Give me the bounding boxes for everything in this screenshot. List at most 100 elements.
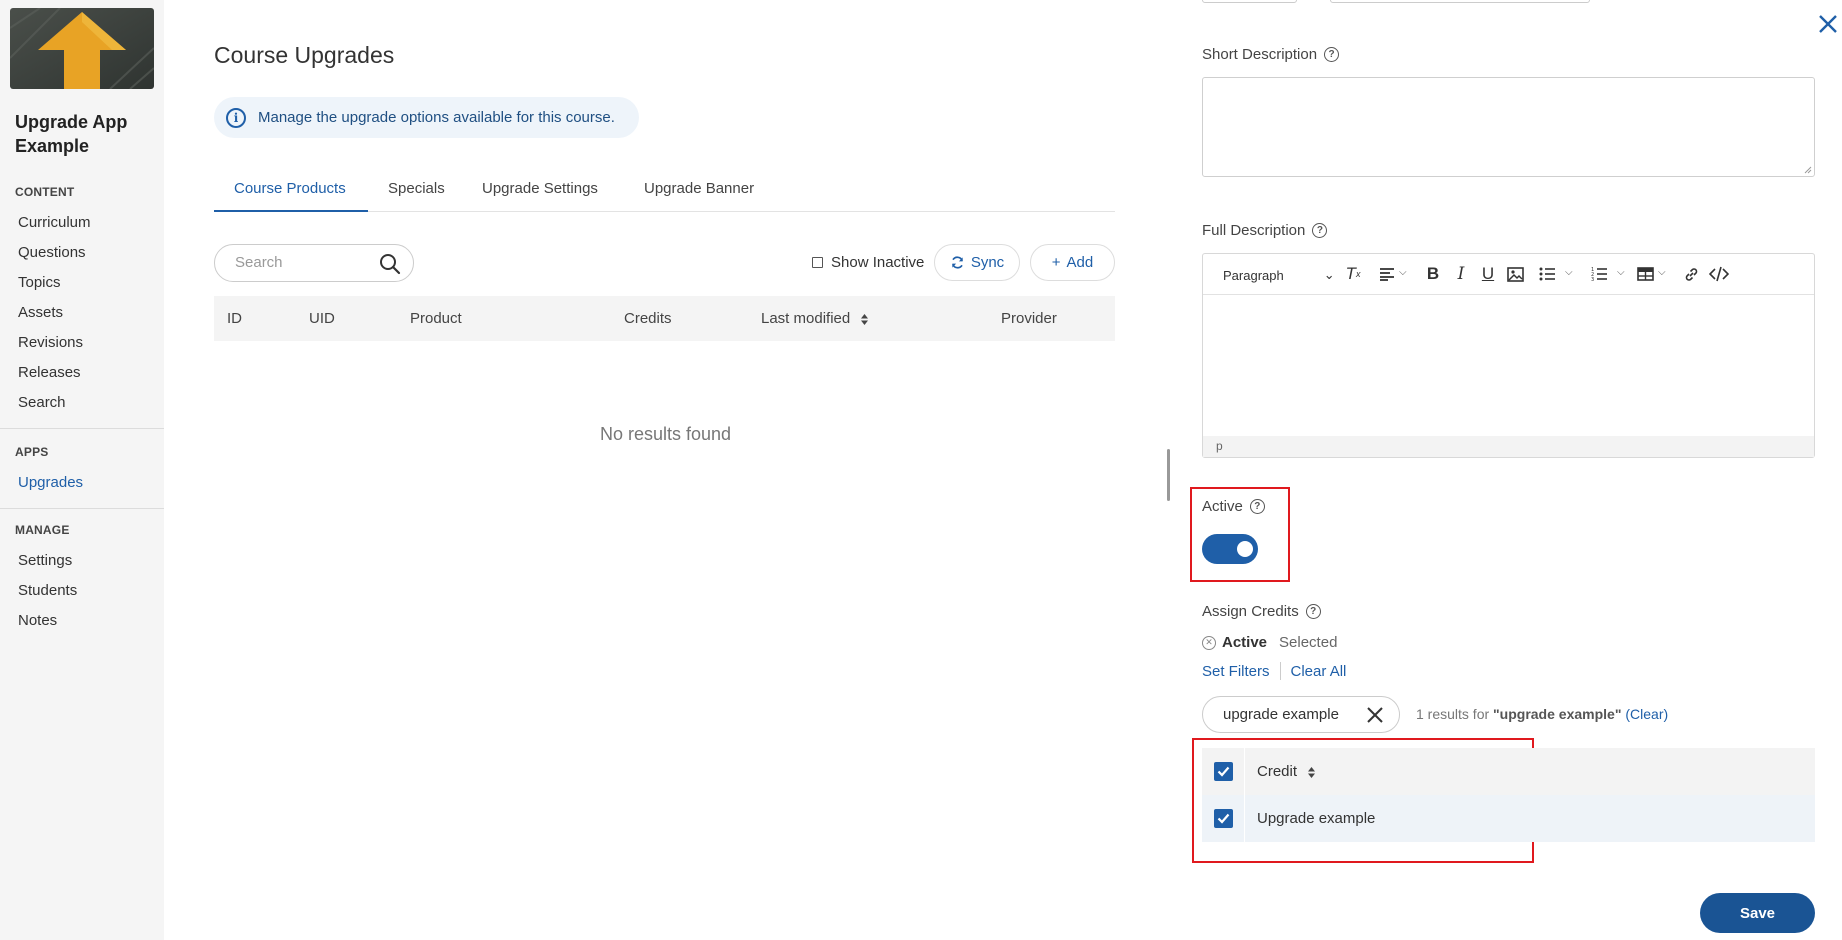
image-icon[interactable] [1505, 264, 1525, 284]
info-icon: i [226, 107, 246, 128]
tab-course-products[interactable]: Course Products [234, 180, 346, 197]
align-icon[interactable] [1377, 264, 1397, 284]
nav-item-curriculum[interactable]: Curriculum [18, 214, 91, 231]
chevron-down-icon: ⌄ [1323, 267, 1335, 282]
sync-label: Sync [970, 254, 1005, 271]
credits-search-field[interactable]: upgrade example [1202, 696, 1400, 733]
table-row[interactable]: Upgrade example [1202, 795, 1815, 842]
add-button[interactable]: + Add [1030, 244, 1115, 281]
products-table-header: ID UID Product Credits Last modified Pro… [214, 296, 1115, 341]
numbered-list-icon[interactable]: 123 [1589, 264, 1609, 284]
clear-search-icon[interactable] [1365, 705, 1385, 725]
block-format-value: Paragraph [1223, 267, 1284, 283]
column-product[interactable]: Product [410, 310, 462, 327]
results-clear-link[interactable]: (Clear) [1625, 706, 1668, 722]
filter-chip-name: Active [1222, 634, 1268, 651]
filter-links: Set Filters Clear All [1202, 662, 1346, 680]
info-banner-text: Manage the upgrade options available for… [258, 109, 615, 126]
column-divider [1244, 748, 1245, 795]
search-input[interactable] [235, 254, 375, 271]
info-banner: i Manage the upgrade options available f… [214, 97, 639, 138]
short-description-textarea[interactable] [1202, 77, 1815, 177]
column-credits[interactable]: Credits [624, 310, 672, 327]
show-inactive-checkbox[interactable] [812, 257, 823, 268]
active-tab-indicator [214, 210, 368, 212]
show-inactive-toggle[interactable]: Show Inactive [812, 254, 924, 271]
nav-item-questions[interactable]: Questions [18, 244, 86, 261]
chevron-down-icon[interactable]: ⌵ [1399, 267, 1407, 278]
row-checkbox[interactable] [1214, 809, 1233, 828]
column-credit[interactable]: Credit [1257, 763, 1316, 780]
edit-product-panel: Short Description ? Full Description ? P… [1170, 0, 1842, 940]
nav-item-search[interactable]: Search [18, 394, 66, 411]
short-description-label: Short Description ? [1202, 46, 1340, 63]
clear-formatting-icon[interactable]: Tx [1343, 264, 1363, 284]
source-code-icon[interactable] [1709, 264, 1729, 284]
help-icon[interactable]: ? [1312, 223, 1328, 238]
nav-item-assets[interactable]: Assets [18, 304, 63, 321]
column-last-modified[interactable]: Last modified [761, 310, 869, 327]
chevron-down-icon[interactable]: ⌵ [1565, 267, 1573, 278]
search-icon[interactable] [379, 253, 401, 275]
nav-item-settings[interactable]: Settings [18, 552, 72, 569]
results-summary: 1 results for "upgrade example" (Clear) [1416, 706, 1668, 722]
active-toggle[interactable] [1202, 534, 1258, 564]
search-box[interactable] [214, 244, 414, 282]
credit-name: Upgrade example [1257, 810, 1376, 827]
editor-toolbar: Paragraph ⌄ Tx ⌵ B I U ⌵ 123 ⌵ ⌵ [1203, 254, 1814, 295]
chevron-down-icon[interactable]: ⌵ [1617, 267, 1625, 278]
column-credit-label: Credit [1257, 763, 1298, 780]
select-all-checkbox[interactable] [1214, 762, 1233, 781]
column-id[interactable]: ID [227, 310, 242, 327]
nav-item-releases[interactable]: Releases [18, 364, 81, 381]
resize-grip-icon[interactable] [1804, 166, 1812, 174]
underline-icon[interactable]: U [1478, 264, 1498, 284]
nav-item-revisions[interactable]: Revisions [18, 334, 83, 351]
italic-icon[interactable]: I [1451, 264, 1471, 284]
tab-specials[interactable]: Specials [388, 180, 445, 197]
active-label-text: Active [1202, 498, 1243, 515]
table-icon[interactable] [1635, 264, 1655, 284]
top-field-right[interactable] [1330, 0, 1590, 3]
clear-all-link[interactable]: Clear All [1291, 663, 1347, 680]
nav-section-apps: APPS [15, 445, 49, 459]
help-icon[interactable]: ? [1324, 47, 1340, 62]
close-icon[interactable] [1814, 10, 1842, 38]
block-format-select[interactable]: Paragraph ⌄ [1223, 267, 1335, 283]
tab-upgrade-banner[interactable]: Upgrade Banner [644, 180, 754, 197]
nav-item-topics[interactable]: Topics [18, 274, 61, 291]
nav-item-notes[interactable]: Notes [18, 612, 57, 629]
short-description-label-text: Short Description [1202, 46, 1318, 63]
nav-divider [0, 428, 164, 429]
full-description-label: Full Description ? [1202, 222, 1328, 239]
set-filters-link[interactable]: Set Filters [1202, 663, 1270, 680]
nav-divider [0, 508, 164, 509]
save-button[interactable]: Save [1700, 893, 1815, 933]
sync-icon [951, 256, 963, 269]
assign-credits-label: Assign Credits ? [1202, 603, 1321, 620]
nav-item-students[interactable]: Students [18, 582, 77, 599]
tab-upgrade-settings[interactable]: Upgrade Settings [482, 180, 598, 197]
nav-item-upgrades[interactable]: Upgrades [18, 474, 83, 491]
help-icon[interactable]: ? [1305, 604, 1321, 619]
assign-credits-label-text: Assign Credits [1202, 603, 1299, 620]
bullet-list-icon[interactable] [1537, 264, 1557, 284]
sync-button[interactable]: Sync [934, 244, 1020, 281]
column-provider[interactable]: Provider [1001, 310, 1057, 327]
help-icon[interactable]: ? [1249, 499, 1265, 514]
column-uid[interactable]: UID [309, 310, 335, 327]
chevron-down-icon[interactable]: ⌵ [1658, 267, 1666, 278]
bold-icon[interactable]: B [1423, 264, 1443, 284]
rich-text-editor: Paragraph ⌄ Tx ⌵ B I U ⌵ 123 ⌵ ⌵ p [1202, 253, 1815, 458]
editor-status-path: p [1203, 436, 1814, 457]
credits-table-header: Credit [1202, 748, 1815, 795]
sidebar: Upgrade App Example CONTENT Curriculum Q… [0, 0, 164, 940]
credits-table: Credit Upgrade example [1202, 748, 1815, 842]
remove-filter-icon[interactable]: ✕ [1202, 635, 1216, 650]
link-icon[interactable] [1681, 264, 1701, 284]
top-field-left[interactable] [1202, 0, 1297, 3]
show-inactive-label: Show Inactive [831, 254, 925, 271]
main-content: Course Upgrades i Manage the upgrade opt… [164, 0, 1167, 940]
results-prefix: 1 results for [1416, 706, 1490, 722]
full-description-label-text: Full Description [1202, 222, 1306, 239]
